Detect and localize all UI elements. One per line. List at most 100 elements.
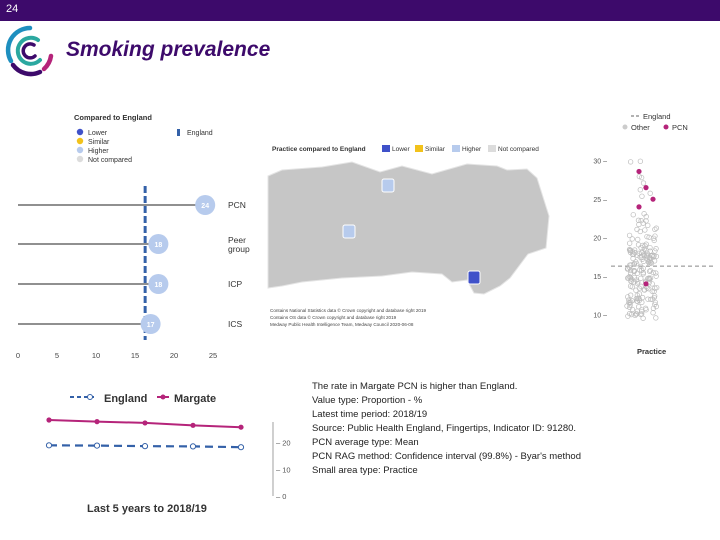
page-title: Smoking prevalence — [66, 38, 271, 61]
map-legend-not-compared-swatch — [488, 145, 496, 152]
england-trend-point — [45, 442, 53, 449]
map-attribution-3: Medway Public Health Intelligence Team, … — [270, 322, 414, 327]
practice-point — [638, 275, 644, 281]
pcn-practice-point — [643, 281, 649, 287]
trend-chart-title: Last 5 years to 2018/19 — [87, 503, 207, 515]
info-line-time-period: Latest time period: 2018/19 — [312, 409, 428, 420]
map-legend-similar-label: Similar — [425, 146, 446, 153]
map-legend-similar-swatch — [415, 145, 423, 152]
trend-legend-margate-marker — [160, 394, 166, 400]
practice-point — [637, 158, 644, 164]
strip-x-label: Practice — [637, 347, 666, 356]
category-label: group — [228, 244, 250, 254]
pcn-practice-point — [643, 185, 649, 191]
practice-strip-chart: England Other PCN 10 – 15 – 20 – 25 – 30 – P… — [593, 112, 713, 356]
practice-point — [629, 236, 635, 242]
info-line-average-type: PCN average type: Mean — [312, 437, 419, 448]
practice-point — [630, 212, 636, 218]
practice-point — [635, 242, 642, 248]
comparison-chart: Compared to England Lower Similar Higher… — [16, 113, 250, 360]
practice-marker — [342, 224, 356, 239]
x-tick-label: 25 — [209, 351, 217, 360]
practice-point — [624, 303, 630, 309]
value-label: 17 — [147, 322, 155, 329]
england-trend-point — [93, 442, 101, 449]
info-line-small-area: Small area type: Practice — [312, 465, 418, 476]
practice-point — [636, 304, 642, 310]
category-label: PCN — [228, 200, 246, 210]
y-tick-label: 30 – — [593, 159, 607, 166]
legend-similar-label: Similar — [88, 139, 110, 146]
info-line-rag-method: PCN RAG method: Confidence interval (99.… — [312, 451, 581, 462]
strip-legend-pcn-swatch — [663, 124, 669, 130]
practice-point — [653, 315, 659, 321]
y-tick-label: 10 – — [593, 313, 607, 320]
map-legend-title: Practice compared to England — [272, 146, 366, 153]
trend-legend-margate-label: Margate — [174, 393, 216, 405]
strip-legend-pcn-label: PCN — [672, 123, 688, 132]
england-trend-point — [237, 444, 245, 451]
practice-point — [652, 226, 658, 232]
practice-point — [642, 227, 648, 233]
info-line-source: Source: Public Health England, Fingertip… — [312, 423, 577, 434]
practice-map: Practice compared to England Lower Simil… — [267, 145, 550, 327]
y-tick-label: 25 – — [593, 197, 607, 204]
margate-trend-point — [46, 417, 52, 423]
category-label: ICS — [228, 319, 243, 329]
slide-number: 24 — [6, 3, 19, 15]
practice-point — [653, 225, 660, 231]
practice-point — [627, 283, 634, 289]
margate-trend-point — [94, 419, 100, 425]
practice-point — [635, 236, 641, 243]
legend-england-swatch — [177, 129, 180, 136]
y-tick-label: – 0 — [276, 492, 286, 501]
legend-lower-swatch — [76, 128, 84, 136]
practice-point — [639, 193, 645, 199]
value-label: 18 — [155, 242, 163, 249]
y-tick-label: – 10 — [276, 465, 291, 474]
y-tick-label: 20 – — [593, 236, 607, 243]
trend-legend-england-label: England — [104, 393, 147, 405]
legend-england-label: England — [187, 130, 213, 137]
x-tick-label: 15 — [131, 351, 139, 360]
legend-not-compared-swatch — [76, 155, 84, 163]
practice-point — [627, 240, 633, 246]
trend-chart: England Margate – 0 – 10 – 20 Last 5 years… — [45, 393, 291, 515]
england-trend-point — [141, 443, 149, 450]
x-tick-label: 20 — [170, 351, 178, 360]
practice-point — [647, 190, 653, 196]
map-legend-not-compared-label: Not compared — [498, 146, 539, 153]
legend-higher-swatch — [76, 146, 84, 154]
x-tick-label: 10 — [92, 351, 100, 360]
legend-lower-label: Lower — [88, 130, 108, 137]
info-line-summary: The rate in Margate PCN is higher than E… — [312, 381, 518, 392]
practice-point — [637, 187, 643, 193]
practice-marker — [381, 178, 395, 193]
legend-similar-swatch — [76, 137, 84, 145]
comparison-legend-title: Compared to England — [74, 113, 152, 122]
practice-point — [627, 159, 634, 165]
practice-point — [640, 180, 647, 186]
x-tick-label: 5 — [55, 351, 59, 360]
brand-logo-icon — [5, 25, 54, 77]
y-tick-label: – 20 — [276, 439, 291, 448]
value-label: 24 — [201, 203, 209, 210]
margate-trend-point — [142, 420, 148, 426]
y-tick-label: 15 – — [593, 274, 607, 281]
trend-legend-england-marker — [87, 394, 93, 400]
info-line-value-type: Value type: Proportion - % — [312, 395, 423, 406]
practice-point — [633, 287, 639, 293]
map-legend-lower-label: Lower — [392, 146, 411, 153]
pcn-practice-point — [636, 168, 642, 175]
practice-point — [650, 310, 656, 316]
legend-not-compared-label: Not compared — [88, 157, 132, 164]
value-label: 18 — [155, 282, 163, 289]
indicator-info: The rate in Margate PCN is higher than E… — [312, 380, 581, 478]
pcn-practice-point — [636, 204, 642, 210]
map-legend-higher-label: Higher — [462, 146, 482, 153]
x-tick-label: 0 — [16, 351, 20, 360]
category-label: ICP — [228, 279, 243, 289]
strip-legend-other-label: Other — [631, 123, 650, 132]
england-trend-point — [189, 443, 197, 450]
legend-higher-label: Higher — [88, 148, 109, 155]
